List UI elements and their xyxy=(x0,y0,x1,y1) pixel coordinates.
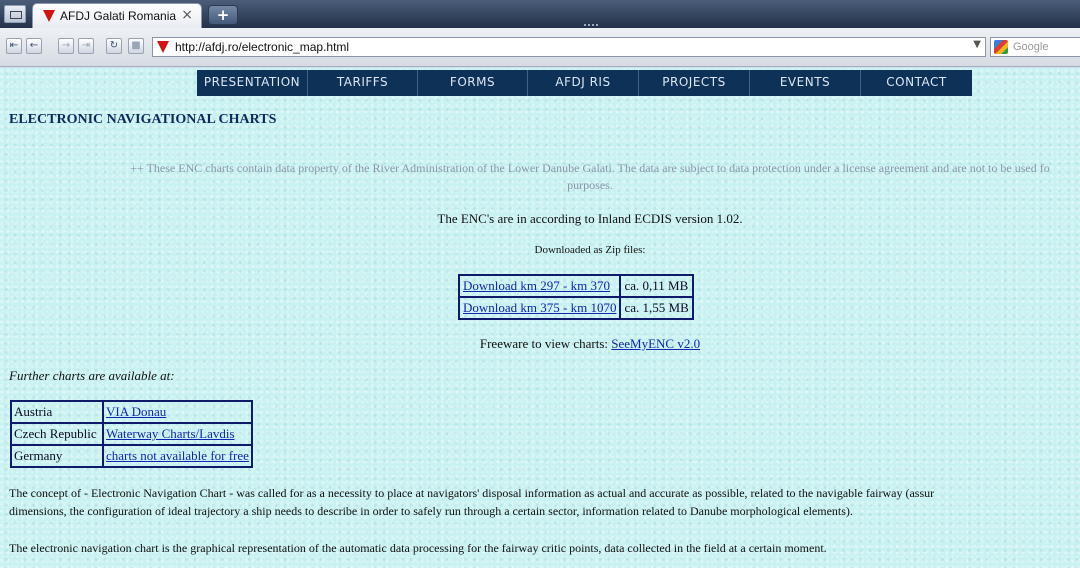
further-charts-label: Further charts are available at: xyxy=(9,368,175,383)
chart-source-cell: Waterway Charts/Lavdis xyxy=(102,422,253,446)
nav-contact[interactable]: CONTACT xyxy=(861,70,972,96)
notice-line-1: ++ These ENC charts contain data propert… xyxy=(130,161,1050,175)
afdj-favicon-icon xyxy=(43,10,55,22)
freeware-label: Freeware to view charts: xyxy=(479,336,612,351)
chart-source-cell: VIA Donau xyxy=(102,400,253,424)
chart-source-link[interactable]: VIA Donau xyxy=(106,404,166,419)
downloads-table: Download km 297 - km 370 ca. 0,11 MB Dow… xyxy=(457,274,694,320)
search-bar[interactable]: Google xyxy=(990,37,1080,57)
table-row: Download km 375 - km 1070 ca. 1,55 MB xyxy=(457,296,694,320)
nav-tariffs[interactable]: TARIFFS xyxy=(308,70,418,96)
tab-list-icon[interactable] xyxy=(4,5,26,23)
chart-source-link[interactable]: charts not available for free xyxy=(106,448,249,463)
new-tab-button[interactable]: + xyxy=(208,5,238,25)
chart-source-link[interactable]: Waterway Charts/Lavdis xyxy=(106,426,235,441)
seemyenc-link[interactable]: SeeMyENC v2.0 xyxy=(611,336,700,351)
site-nav: PRESENTATION TARIFFS FORMS AFDJ RIS PROJ… xyxy=(197,70,972,96)
nav-events[interactable]: EVENTS xyxy=(750,70,861,96)
enc-version-text: The ENC's are in according to Inland ECD… xyxy=(437,211,743,226)
enc-concept-paragraph: The concept of - Electronic Navigation C… xyxy=(9,484,1080,520)
browser-tab-bar: AFDJ Galati Romania × + xyxy=(0,0,1080,28)
download-link[interactable]: Download km 297 - km 370 xyxy=(463,278,610,293)
browser-nav-bar: ⇤ ← → ⇥ ↻ ■ http://afdj.ro/electronic_ma… xyxy=(0,28,1080,67)
page-content: PRESENTATION TARIFFS FORMS AFDJ RIS PROJ… xyxy=(0,68,1080,568)
chart-source-cell: charts not available for free xyxy=(102,444,253,468)
other-charts-table: Austria VIA Donau Czech Republic Waterwa… xyxy=(10,400,253,468)
browser-tab[interactable]: AFDJ Galati Romania × xyxy=(32,3,202,28)
url-dropdown-icon[interactable]: ▼ xyxy=(973,39,981,50)
stop-icon[interactable]: ■ xyxy=(128,38,144,54)
notice-line-2: purposes. xyxy=(567,178,613,192)
country-name: Germany xyxy=(10,444,104,468)
country-name: Austria xyxy=(10,400,104,424)
url-text[interactable]: http://afdj.ro/electronic_map.html xyxy=(175,40,349,54)
tab-title: AFDJ Galati Romania xyxy=(60,9,177,23)
tab-close-icon[interactable]: × xyxy=(181,7,193,23)
nav-projects[interactable]: PROJECTS xyxy=(639,70,750,96)
enc-definition-paragraph: The electronic navigation chart is the g… xyxy=(9,541,827,555)
paragraph-line: The concept of - Electronic Navigation C… xyxy=(9,486,935,500)
nav-presentation[interactable]: PRESENTATION xyxy=(197,70,308,96)
data-protection-notice: ++ These ENC charts contain data propert… xyxy=(0,160,1080,194)
address-bar[interactable]: http://afdj.ro/electronic_map.html ▼ xyxy=(152,37,986,57)
search-placeholder[interactable]: Google xyxy=(1013,41,1048,53)
first-page-icon[interactable]: ⇤ xyxy=(6,38,22,54)
forward-arrow-icon[interactable]: → xyxy=(58,38,74,54)
last-page-icon[interactable]: ⇥ xyxy=(78,38,94,54)
back-arrow-icon[interactable]: ← xyxy=(26,38,42,54)
page-title: ELECTRONIC NAVIGATIONAL CHARTS xyxy=(9,112,277,127)
table-row: Czech Republic Waterway Charts/Lavdis xyxy=(10,422,253,446)
nav-afdj-ris[interactable]: AFDJ RIS xyxy=(528,70,639,96)
file-size: ca. 1,55 MB xyxy=(619,296,694,320)
table-row: Germany charts not available for free xyxy=(10,444,253,468)
file-size: ca. 0,11 MB xyxy=(619,274,694,298)
site-favicon-icon xyxy=(157,41,169,53)
freeware-line: Freeware to view charts: SeeMyENC v2.0 xyxy=(0,336,1080,352)
download-cell: Download km 297 - km 370 xyxy=(457,274,622,298)
download-cell: Download km 375 - km 1070 xyxy=(457,296,622,320)
table-row: Download km 297 - km 370 ca. 0,11 MB xyxy=(457,274,694,298)
zip-note: Downloaded as Zip files: xyxy=(534,244,646,256)
table-row: Austria VIA Donau xyxy=(10,400,253,424)
google-icon[interactable] xyxy=(994,40,1008,54)
reload-icon[interactable]: ↻ xyxy=(106,38,122,54)
country-name: Czech Republic xyxy=(10,422,104,446)
paragraph-line: dimensions, the configuration of ideal t… xyxy=(9,504,853,518)
download-link[interactable]: Download km 375 - km 1070 xyxy=(463,300,616,315)
nav-forms[interactable]: FORMS xyxy=(418,70,528,96)
toolbar-grip-icon xyxy=(584,24,598,26)
